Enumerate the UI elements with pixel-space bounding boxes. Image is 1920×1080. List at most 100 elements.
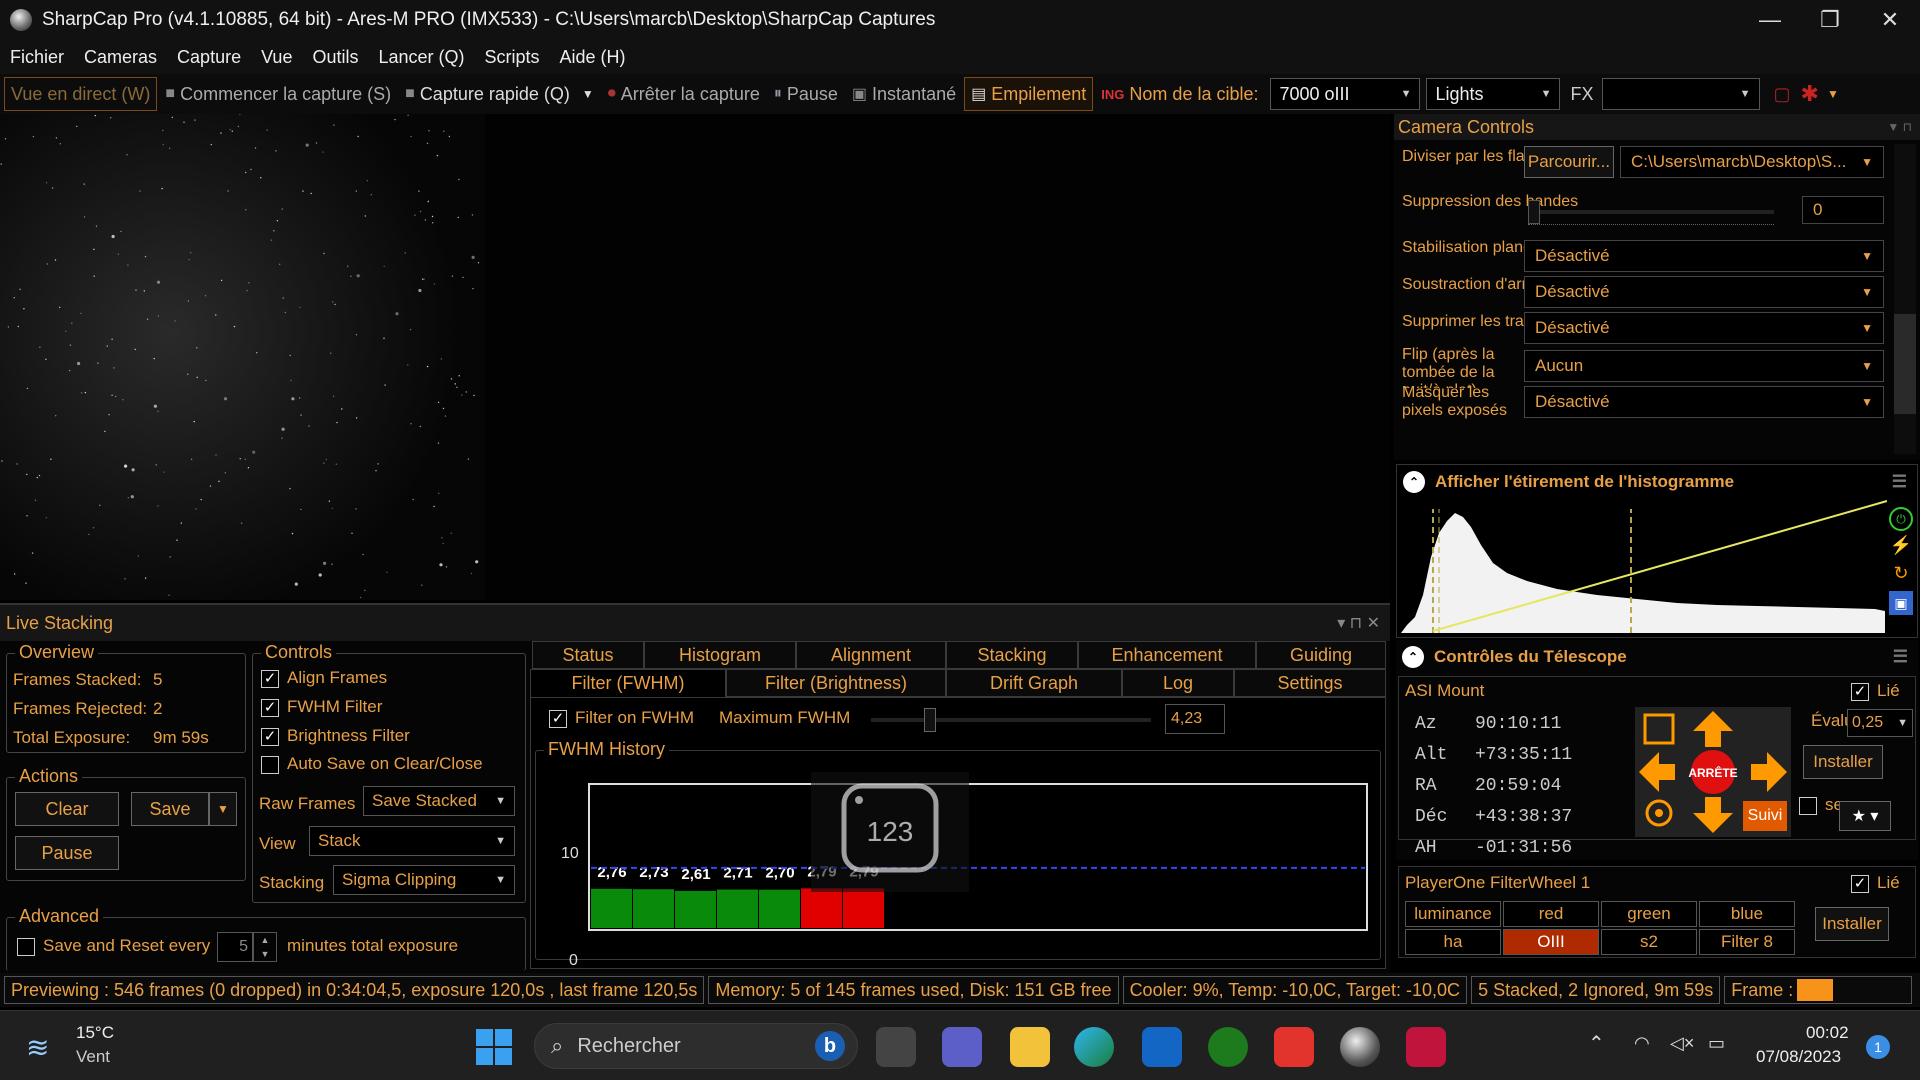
edge-icon[interactable]	[1074, 1027, 1114, 1067]
filter-red[interactable]: red	[1503, 901, 1599, 927]
power-icon[interactable]: ⏻	[1889, 507, 1913, 531]
record-icon[interactable]: ▢	[1774, 84, 1791, 105]
spinner-arrows[interactable]: ▲ ▼	[253, 932, 277, 962]
filter-green[interactable]: green	[1601, 901, 1697, 927]
battery-icon[interactable]: ▭	[1708, 1033, 1725, 1054]
tab-stacking[interactable]: Stacking	[946, 641, 1078, 669]
live-image-view[interactable]	[0, 113, 1390, 600]
filter-8[interactable]: Filter 8	[1699, 929, 1795, 955]
tracking-button[interactable]: Suivi	[1743, 801, 1787, 831]
weather-wind-icon[interactable]: ≋	[26, 1031, 49, 1064]
scrollbar-thumb[interactable]	[1894, 314, 1916, 414]
evaluate-combo[interactable]: 0,25 ▼	[1847, 709, 1913, 737]
tab-histogram[interactable]: Histogram	[644, 641, 796, 669]
menu-outils[interactable]: Outils	[302, 47, 368, 68]
menu-fichier[interactable]: Fichier	[0, 47, 74, 68]
panel-close-icon[interactable]: ▾ ⊓ ✕	[1337, 613, 1380, 633]
flip-combo[interactable]: Aucun ▼	[1524, 350, 1884, 382]
save-button[interactable]: Save	[131, 792, 209, 826]
volume-muted-icon[interactable]: ◁×	[1670, 1033, 1694, 1054]
menu-lancer[interactable]: Lancer (Q)	[368, 47, 474, 68]
flats-path-combo[interactable]: C:\Users\marcb\Desktop\S... ▼	[1620, 146, 1884, 178]
tab-drift-graph[interactable]: Drift Graph	[946, 669, 1122, 697]
filter-oiii-selected[interactable]: OIII	[1503, 929, 1599, 955]
clock-date[interactable]: 07/08/2023	[1756, 1047, 1841, 1067]
bing-icon[interactable]: b	[815, 1031, 845, 1061]
scrollbar[interactable]	[1894, 144, 1916, 454]
store-icon[interactable]	[1142, 1027, 1182, 1067]
tab-filter-fwhm[interactable]: Filter (FWHM)	[530, 669, 726, 697]
brightness-filter-checkbox[interactable]: ✓ Brightness Filter	[261, 726, 410, 746]
reset-icon[interactable]: ↻	[1889, 563, 1913, 587]
live-view-button[interactable]: Vue en direct (W)	[4, 77, 158, 111]
chevron-down-icon[interactable]: ▼ ⊓	[1887, 114, 1912, 140]
mask-pixels-combo[interactable]: Désactivé ▼	[1524, 386, 1884, 418]
chevron-down-icon[interactable]: ▼	[582, 87, 594, 101]
phd2-icon[interactable]	[1208, 1027, 1248, 1067]
align-frames-checkbox[interactable]: ✓ Align Frames	[261, 668, 387, 688]
notification-badge[interactable]: 1	[1866, 1035, 1890, 1059]
stacking-button[interactable]: ▤ Empilement	[964, 77, 1094, 111]
menu-scripts[interactable]: Scripts	[475, 47, 550, 68]
save-dropdown-button[interactable]: ▼	[209, 792, 237, 826]
auto-save-checkbox[interactable]: Auto Save on Clear/Close	[261, 754, 483, 774]
tab-settings[interactable]: Settings	[1234, 669, 1386, 697]
app-pink-icon[interactable]	[1406, 1027, 1446, 1067]
filterwheel-linked-checkbox[interactable]: ✓ Lié	[1851, 873, 1900, 893]
filter-luminance[interactable]: luminance	[1405, 901, 1501, 927]
menu-aide[interactable]: Aide (H)	[550, 47, 636, 68]
target-name-combo[interactable]: 7000 oIII ▼	[1270, 78, 1421, 110]
minimize-button[interactable]: —	[1740, 0, 1800, 40]
stack-pause-button[interactable]: Pause	[15, 836, 119, 870]
tab-log[interactable]: Log	[1122, 669, 1234, 697]
start-capture-button[interactable]: ■ Commencer la capture (S)	[159, 77, 397, 111]
slider-thumb[interactable]	[1528, 200, 1540, 224]
filter-s2[interactable]: s2	[1601, 929, 1697, 955]
collapse-icon[interactable]: ⌃	[1402, 646, 1424, 668]
banding-value-input[interactable]: 0	[1802, 196, 1884, 224]
histogram-graph[interactable]	[1397, 499, 1919, 637]
reticle-icon[interactable]: ✱	[1801, 81, 1819, 107]
stacking-mode-combo[interactable]: Sigma Clipping ▼	[333, 865, 515, 895]
browse-flats-button[interactable]: Parcourir...	[1524, 146, 1614, 178]
teams-icon[interactable]	[942, 1027, 982, 1067]
search-box[interactable]: ⌕ Rechercher b	[534, 1023, 858, 1069]
menu-cameras[interactable]: Cameras	[74, 47, 167, 68]
tab-guiding[interactable]: Guiding	[1256, 641, 1386, 669]
app-red-icon[interactable]	[1274, 1027, 1314, 1067]
chevron-up-icon[interactable]: ⌃	[1588, 1031, 1605, 1056]
collapse-icon[interactable]: ⌃	[1403, 471, 1425, 493]
telescope-header[interactable]: ⌃ Contrôles du Télescope ☰	[1396, 640, 1918, 674]
weather-desc[interactable]: Vent	[76, 1047, 110, 1067]
menu-icon[interactable]: ☰	[1892, 472, 1907, 492]
tab-alignment[interactable]: Alignment	[796, 641, 946, 669]
banding-slider[interactable]	[1528, 200, 1774, 224]
tab-filter-brightness[interactable]: Filter (Brightness)	[726, 669, 946, 697]
filter-ha[interactable]: ha	[1405, 929, 1501, 955]
tab-enhancement[interactable]: Enhancement	[1078, 641, 1256, 669]
save-icon[interactable]: ▣	[1889, 591, 1913, 615]
star-button[interactable]: ★ ▾	[1839, 801, 1891, 831]
lightning-icon[interactable]: ⚡	[1889, 535, 1913, 559]
clear-button[interactable]: Clear	[15, 792, 119, 826]
mount-linked-checkbox[interactable]: ✓ Lié	[1851, 681, 1900, 701]
frame-type-combo[interactable]: Lights ▼	[1426, 78, 1561, 110]
save-reset-checkbox[interactable]: Save and Reset every	[17, 936, 210, 956]
snapshot-button[interactable]: ▣ Instantané	[846, 77, 962, 111]
minutes-spinner[interactable]: 5	[217, 932, 253, 962]
file-explorer-icon[interactable]	[1010, 1027, 1050, 1067]
mount-install-button[interactable]: Installer	[1803, 745, 1883, 779]
weather-temp[interactable]: 15°C	[76, 1023, 114, 1043]
chevron-down-icon[interactable]: ▼	[1827, 87, 1839, 101]
quick-capture-button[interactable]: ■ Capture rapide (Q) ▼	[399, 77, 600, 111]
task-view-icon[interactable]	[876, 1027, 916, 1067]
pause-button[interactable]: ⏸ Pause	[768, 77, 844, 111]
histogram-header[interactable]: ⌃ Afficher l'étirement de l'histogramme …	[1397, 465, 1917, 499]
background-sub-combo[interactable]: Désactivé ▼	[1524, 276, 1884, 308]
menu-vue[interactable]: Vue	[251, 47, 302, 68]
menu-icon[interactable]: ☰	[1893, 647, 1908, 667]
clock-time[interactable]: 00:02	[1806, 1023, 1849, 1043]
view-combo[interactable]: Stack ▼	[309, 826, 515, 856]
checkbox-unchecked[interactable]	[17, 937, 35, 956]
filter-blue[interactable]: blue	[1699, 901, 1795, 927]
